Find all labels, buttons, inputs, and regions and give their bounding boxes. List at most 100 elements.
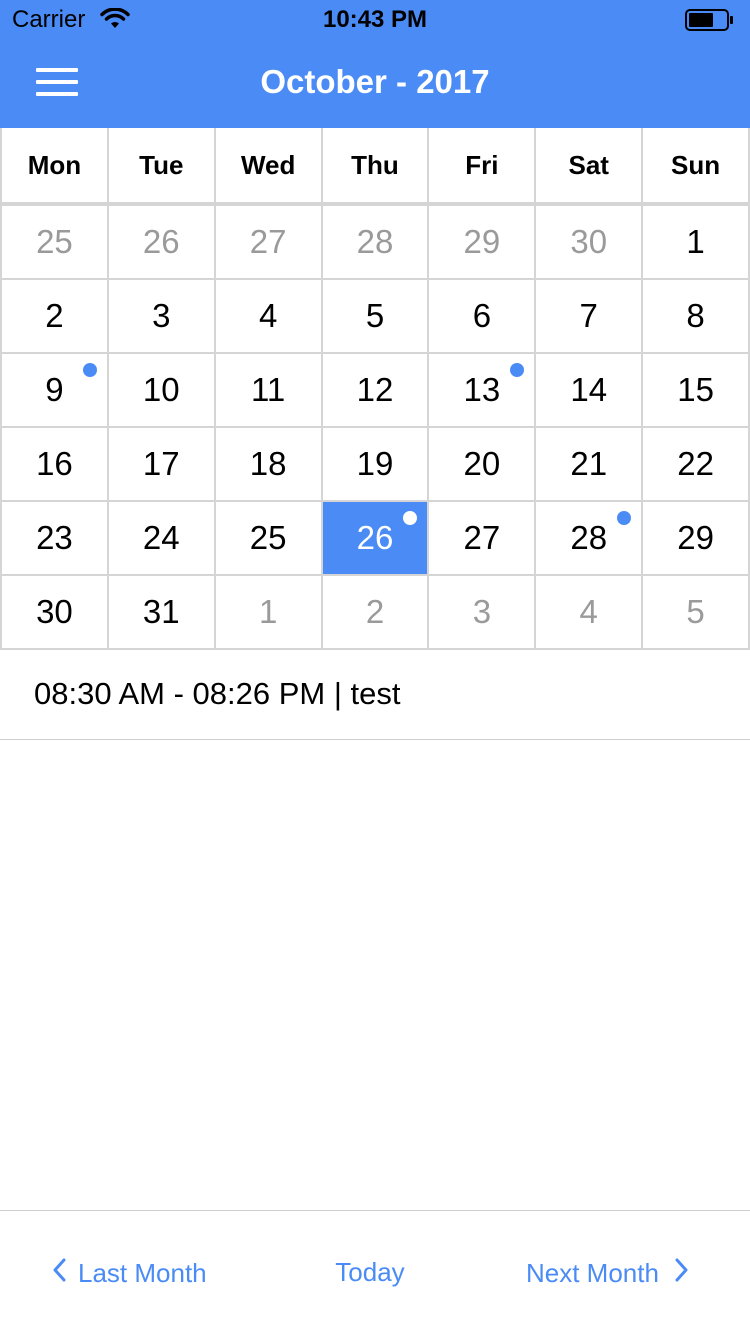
app-header: Carrier 10:43 PM October - 2017 [0, 0, 750, 128]
day-number: 29 [677, 519, 714, 556]
today-label: Today [335, 1257, 405, 1287]
day-cell[interactable]: 5 [323, 280, 430, 352]
weekday-label: Sun [643, 128, 750, 202]
day-cell[interactable]: 11 [216, 354, 323, 426]
day-cell[interactable]: 2 [2, 280, 109, 352]
day-cell[interactable]: 3 [109, 280, 216, 352]
day-cell[interactable]: 26 [109, 206, 216, 278]
day-cell[interactable]: 1 [643, 206, 750, 278]
day-cell[interactable]: 8 [643, 280, 750, 352]
page-title: October - 2017 [260, 63, 490, 100]
day-cell[interactable]: 23 [2, 502, 109, 574]
day-number: 21 [570, 445, 608, 482]
next-month-label: Next Month [526, 1258, 659, 1288]
calendar-grid: Mon Tue Wed Thu Fri Sat Sun 25 26 27 28 29 30… [0, 128, 750, 650]
weekday-label: Wed [216, 128, 323, 202]
day-cell[interactable]: 25 [216, 502, 323, 574]
day-number: 4 [258, 297, 278, 334]
day-cell[interactable]: 5 [643, 576, 750, 648]
calendar-week-row: 23 24 25 26 27 28 29 [2, 502, 750, 576]
day-number: 27 [463, 519, 501, 556]
day-number: 12 [356, 371, 394, 408]
day-cell[interactable]: 9 [2, 354, 109, 426]
day-cell[interactable]: 25 [2, 206, 109, 278]
day-number: 25 [249, 519, 287, 556]
day-number: 26 [356, 519, 394, 556]
day-number: 20 [463, 445, 501, 482]
day-cell[interactable]: 31 [109, 576, 216, 648]
day-number: 23 [36, 519, 73, 556]
day-number: 30 [570, 223, 608, 260]
chevron-right-icon [673, 1257, 689, 1290]
day-cell[interactable]: 7 [536, 280, 644, 352]
day-cell[interactable]: 20 [429, 428, 537, 500]
day-number: 1 [686, 223, 705, 260]
calendar-week-row: 16 17 18 19 20 21 22 [2, 428, 750, 502]
day-cell[interactable]: 30 [2, 576, 109, 648]
day-cell[interactable]: 29 [643, 502, 750, 574]
day-cell[interactable]: 14 [536, 354, 644, 426]
day-cell[interactable]: 16 [2, 428, 109, 500]
day-number: 24 [142, 519, 180, 556]
day-cell[interactable]: 22 [643, 428, 750, 500]
day-cell[interactable]: 27 [216, 206, 323, 278]
event-summary: 08:30 AM - 08:26 PM | test [34, 676, 401, 711]
day-number: 15 [677, 371, 714, 408]
day-number: 5 [686, 593, 705, 630]
day-number: 6 [472, 297, 492, 334]
day-number: 30 [36, 593, 73, 630]
day-number: 2 [365, 593, 385, 630]
day-number: 14 [570, 371, 608, 408]
day-number: 1 [258, 593, 278, 630]
day-number: 17 [142, 445, 180, 482]
weekday-label: Thu [323, 128, 430, 202]
day-cell[interactable]: 28 [323, 206, 430, 278]
day-number: 5 [365, 297, 385, 334]
day-cell[interactable]: 4 [216, 280, 323, 352]
day-number: 29 [463, 223, 501, 260]
day-number: 9 [45, 371, 64, 408]
calendar-week-row: 9 10 11 12 13 14 15 [2, 354, 750, 428]
day-cell-selected[interactable]: 26 [322, 502, 430, 574]
day-cell[interactable]: 3 [429, 576, 537, 648]
day-number: 2 [45, 297, 64, 334]
day-number: 28 [356, 223, 394, 260]
day-number: 28 [570, 519, 608, 556]
day-cell[interactable]: 15 [643, 354, 750, 426]
day-number: 7 [579, 297, 598, 334]
day-number: 4 [579, 593, 598, 630]
day-cell[interactable]: 12 [323, 354, 430, 426]
day-number: 11 [251, 371, 286, 408]
calendar-weeks: 25 26 27 28 29 30 1 2 3 4 5 6 7 8 9 10 11 12 13 14 15 16 17 18 1… [2, 206, 750, 650]
day-cell[interactable]: 30 [536, 206, 644, 278]
day-number: 25 [36, 223, 73, 260]
calendar-week-row: 30 31 1 2 3 4 5 [2, 576, 750, 650]
battery-icon [685, 9, 735, 36]
calendar-week-row: 25 26 27 28 29 30 1 [2, 206, 750, 280]
next-month-button[interactable]: Next Month [526, 1257, 689, 1290]
day-cell[interactable]: 13 [429, 354, 537, 426]
day-number: 3 [472, 593, 492, 630]
day-cell[interactable]: 4 [536, 576, 644, 648]
event-list-item[interactable]: 08:30 AM - 08:26 PM | test [0, 652, 750, 740]
day-number: 3 [152, 297, 171, 334]
day-number: 13 [463, 371, 501, 408]
day-cell[interactable]: 6 [429, 280, 537, 352]
day-number: 19 [356, 445, 394, 482]
day-cell[interactable]: 18 [216, 428, 323, 500]
day-number: 31 [142, 593, 180, 630]
day-cell[interactable]: 2 [323, 576, 430, 648]
weekday-label: Tue [109, 128, 216, 202]
day-cell[interactable]: 10 [109, 354, 216, 426]
day-cell[interactable]: 27 [429, 502, 537, 574]
day-cell[interactable]: 19 [323, 428, 430, 500]
day-cell[interactable]: 21 [536, 428, 644, 500]
status-bar: Carrier 10:43 PM [0, 0, 750, 40]
weekday-label: Fri [429, 128, 537, 202]
day-cell[interactable]: 24 [109, 502, 216, 574]
day-cell[interactable]: 1 [216, 576, 323, 648]
day-cell[interactable]: 29 [429, 206, 537, 278]
day-cell[interactable]: 17 [109, 428, 216, 500]
day-number: 18 [249, 445, 287, 482]
day-cell[interactable]: 28 [536, 502, 644, 574]
